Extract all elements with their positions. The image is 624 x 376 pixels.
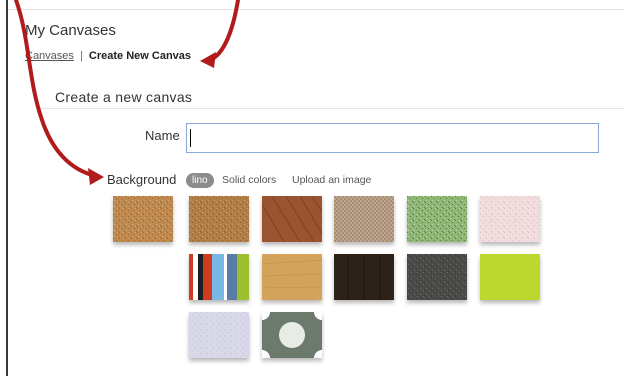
swatch-lavender[interactable]	[189, 312, 249, 358]
swatch-cork[interactable]	[113, 196, 173, 242]
dark-gray-texture	[407, 254, 467, 300]
burlap-texture	[334, 196, 394, 242]
swatch-stripes[interactable]	[189, 254, 249, 300]
swatch-light-wood[interactable]	[262, 254, 322, 300]
lime-texture	[480, 254, 540, 300]
stripe	[237, 254, 249, 300]
stripes-texture	[189, 254, 249, 300]
tab-lino[interactable]: lino	[186, 173, 214, 188]
swatch-cork-dark[interactable]	[189, 196, 249, 242]
page-frame: My Canvases Canvases | Create New Canvas…	[0, 0, 624, 376]
name-input[interactable]	[186, 123, 599, 153]
swatch-burlap[interactable]	[334, 196, 394, 242]
swatch-pattern-gray[interactable]	[262, 312, 322, 358]
lavender-texture	[189, 312, 249, 358]
swatch-fill	[480, 254, 540, 300]
top-divider	[8, 9, 624, 10]
swatch-lime[interactable]	[480, 254, 540, 300]
stripe	[227, 254, 237, 300]
name-label: Name	[145, 128, 180, 143]
arrowhead-background	[88, 168, 104, 185]
window-left-border	[6, 0, 8, 376]
background-label: Background	[107, 172, 177, 187]
breadcrumb-current: Create New Canvas	[88, 50, 192, 62]
section-divider	[40, 108, 624, 109]
wood-brown-texture	[262, 196, 322, 242]
tab-upload-image[interactable]: Upload an image	[292, 174, 371, 186]
green-felt-texture	[407, 196, 467, 242]
stripe	[203, 254, 212, 300]
page-title: My Canvases	[25, 22, 116, 39]
swatch-wood-brown[interactable]	[262, 196, 322, 242]
cork-dark-texture	[189, 196, 249, 242]
stripe	[198, 254, 203, 300]
swatch-dark-wood[interactable]	[334, 254, 394, 300]
cork-texture	[113, 196, 173, 242]
swatch-pink-paper[interactable]	[480, 196, 540, 242]
pattern-gray-texture	[262, 312, 322, 358]
section-heading: Create a new canvas	[55, 89, 193, 105]
arrowhead-breadcrumb	[200, 52, 216, 68]
dark-wood-texture	[334, 254, 394, 300]
stripe	[212, 254, 224, 300]
breadcrumb-link-canvases[interactable]: Canvases	[25, 50, 74, 62]
stripe	[189, 254, 193, 300]
stripe	[193, 254, 198, 300]
light-wood-texture	[262, 254, 322, 300]
pink-paper-texture	[480, 196, 540, 242]
breadcrumb-separator: |	[79, 50, 83, 62]
stripe	[224, 254, 227, 300]
swatch-green-felt[interactable]	[407, 196, 467, 242]
text-caret	[190, 129, 191, 147]
tab-solid-colors[interactable]: Solid colors	[222, 174, 276, 186]
swatch-dark-gray[interactable]	[407, 254, 467, 300]
breadcrumb: Canvases | Create New Canvas	[25, 50, 191, 62]
